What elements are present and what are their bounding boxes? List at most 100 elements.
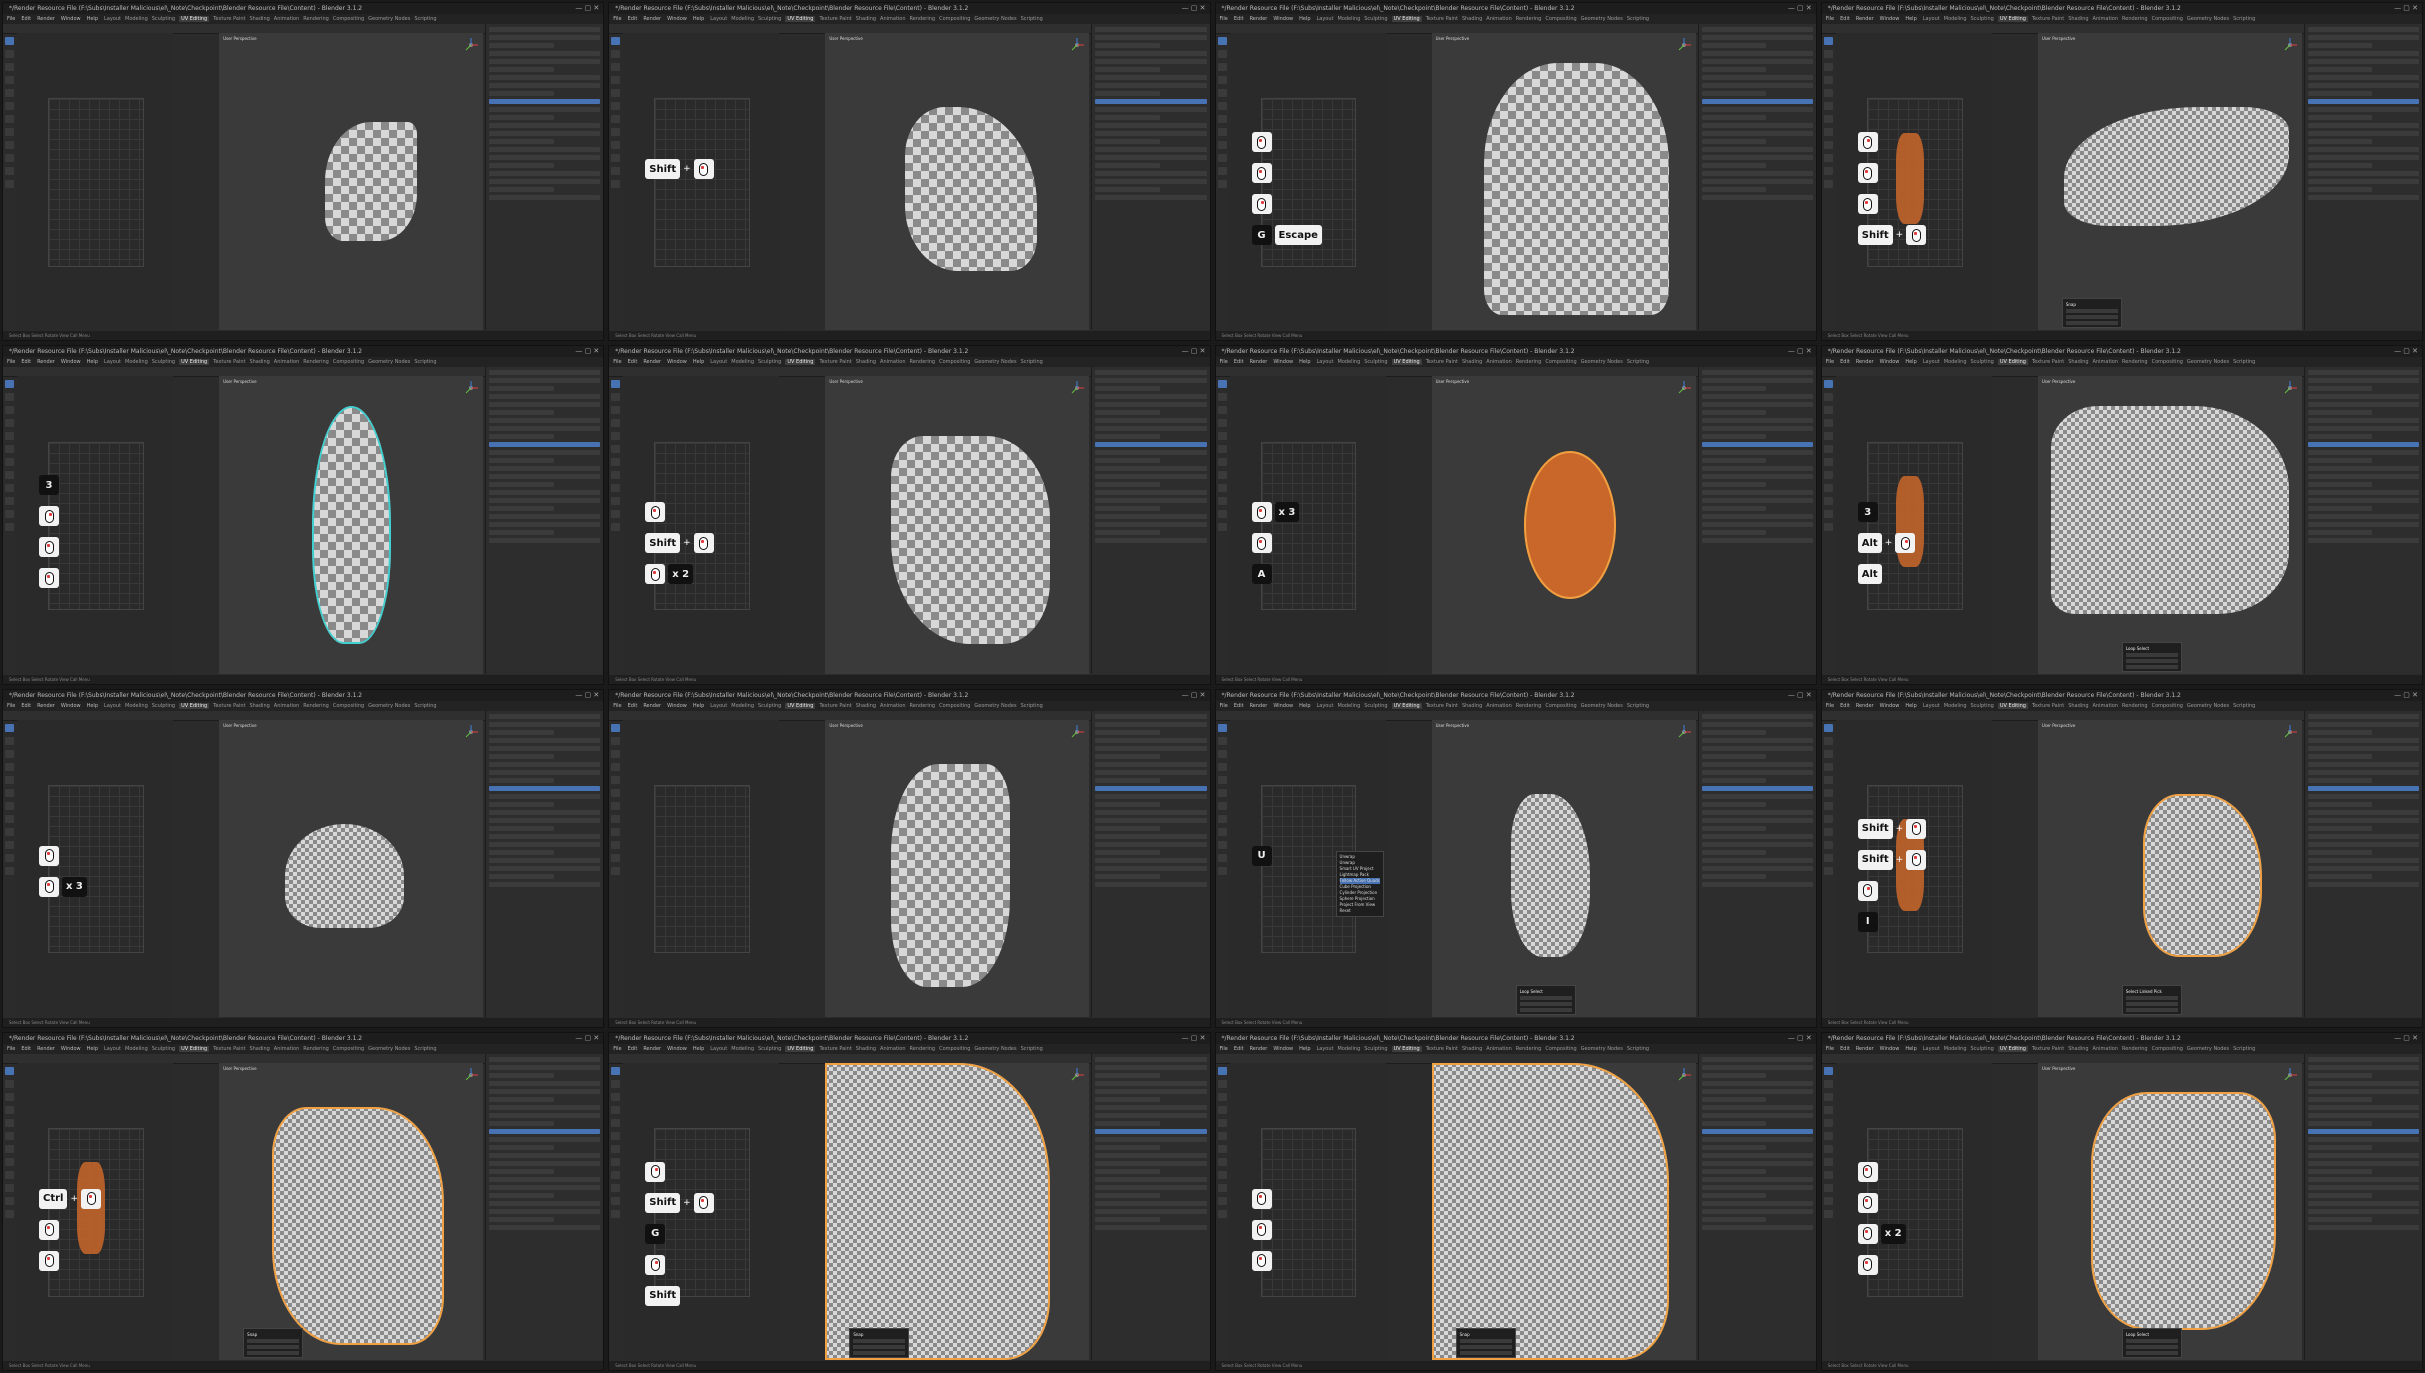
- uv-checker-mesh[interactable]: [285, 823, 404, 928]
- tool-icon[interactable]: [1823, 1196, 1833, 1205]
- property-row[interactable]: [1701, 139, 1767, 144]
- workspace-tab-scripting[interactable]: Scripting: [1627, 1046, 1649, 1052]
- tool-icon[interactable]: [1823, 1079, 1833, 1088]
- uv-checker-mesh[interactable]: [1484, 62, 1670, 316]
- 3d-viewport[interactable]: User Perspective: [219, 1062, 484, 1360]
- tool-icon[interactable]: [5, 167, 14, 175]
- property-row[interactable]: [1095, 43, 1160, 48]
- workspace-tab-sculpting[interactable]: Sculpting: [758, 703, 781, 709]
- operator-field[interactable]: [2125, 1339, 2178, 1343]
- unwrap-menu-item[interactable]: Reset: [1340, 908, 1380, 914]
- workspace-tab-scripting[interactable]: Scripting: [414, 1046, 436, 1052]
- property-row[interactable]: [1701, 75, 1813, 80]
- property-row[interactable]: [489, 35, 601, 40]
- property-row[interactable]: [489, 83, 601, 88]
- property-row[interactable]: [1701, 27, 1813, 32]
- operator-field[interactable]: [2125, 1351, 2178, 1355]
- menu-help[interactable]: Help: [1905, 16, 1916, 22]
- tool-icon[interactable]: [1823, 1092, 1833, 1101]
- tool-icon[interactable]: [1217, 484, 1227, 493]
- 3d-viewport[interactable]: User Perspective: [1431, 376, 1696, 674]
- property-row[interactable]: [1701, 43, 1767, 48]
- property-row[interactable]: [2307, 490, 2419, 496]
- workspace-tab-sculpting[interactable]: Sculpting: [1971, 703, 1994, 709]
- tool-icon[interactable]: [1823, 1118, 1833, 1127]
- property-row[interactable]: [489, 1104, 601, 1110]
- property-row[interactable]: [2307, 745, 2419, 751]
- workspace-tab-uv-editing[interactable]: UV Editing: [785, 1045, 816, 1052]
- menu-window[interactable]: Window: [1880, 16, 1900, 22]
- property-row[interactable]: [1701, 59, 1813, 64]
- property-row[interactable]: [2307, 825, 2373, 831]
- property-row[interactable]: [1701, 761, 1813, 767]
- property-row[interactable]: [489, 370, 601, 376]
- workspace-tab-scripting[interactable]: Scripting: [1627, 703, 1649, 709]
- operator-field[interactable]: [853, 1339, 906, 1343]
- property-row[interactable]: [2307, 1192, 2373, 1198]
- workspace-tab-geometry-nodes[interactable]: Geometry Nodes: [974, 359, 1016, 365]
- menu-help[interactable]: Help: [87, 359, 98, 365]
- menu-edit[interactable]: Edit: [1840, 703, 1850, 709]
- tool-icon[interactable]: [1823, 1209, 1833, 1218]
- tool-icon[interactable]: [1217, 115, 1227, 123]
- workspace-tab-layout[interactable]: Layout: [104, 703, 121, 709]
- property-row[interactable]: [2307, 530, 2373, 536]
- properties-panel[interactable]: [1091, 367, 1210, 674]
- workspace-tab-modeling[interactable]: Modeling: [125, 16, 148, 22]
- workspace-tab-modeling[interactable]: Modeling: [1338, 359, 1361, 365]
- workspace-tab-sculpting[interactable]: Sculpting: [1364, 16, 1387, 22]
- tool-icon[interactable]: [611, 762, 621, 771]
- workspace-tab-uv-editing[interactable]: UV Editing: [1391, 359, 1422, 366]
- menu-render[interactable]: Render: [643, 359, 661, 365]
- property-row[interactable]: [1701, 777, 1767, 783]
- property-row[interactable]: [1095, 1176, 1207, 1182]
- property-row[interactable]: [1095, 1144, 1160, 1150]
- workspace-tab-geometry-nodes[interactable]: Geometry Nodes: [974, 16, 1016, 22]
- workspace-tab-animation[interactable]: Animation: [1486, 1046, 1512, 1052]
- tool-icon[interactable]: [611, 1105, 621, 1114]
- workspace-tab-uv-editing[interactable]: UV Editing: [1391, 16, 1422, 22]
- tool-icon[interactable]: [1823, 76, 1833, 84]
- tool-icon[interactable]: [611, 1209, 621, 1218]
- menu-edit[interactable]: Edit: [628, 16, 638, 22]
- property-row[interactable]: [2307, 1120, 2373, 1126]
- property-row[interactable]: [2307, 1136, 2419, 1142]
- 3d-viewport[interactable]: User Perspective: [825, 376, 1090, 674]
- property-row[interactable]: [489, 426, 601, 432]
- menu-edit[interactable]: Edit: [21, 703, 31, 709]
- property-row[interactable]: [489, 458, 554, 464]
- workspace-tab-shading[interactable]: Shading: [856, 16, 876, 22]
- property-row[interactable]: [489, 1096, 554, 1102]
- workspace-tab-sculpting[interactable]: Sculpting: [758, 1046, 781, 1052]
- property-row[interactable]: [1701, 394, 1813, 400]
- property-row[interactable]: [489, 825, 554, 831]
- menu-window[interactable]: Window: [61, 359, 81, 365]
- property-row[interactable]: [1095, 801, 1160, 807]
- workspace-tab-rendering[interactable]: Rendering: [303, 703, 329, 709]
- property-row[interactable]: [489, 801, 554, 807]
- workspace-tab-shading[interactable]: Shading: [249, 16, 269, 22]
- property-row[interactable]: [1701, 857, 1813, 863]
- tool-icon[interactable]: [5, 141, 14, 149]
- property-row[interactable]: [2307, 1096, 2373, 1102]
- property-row[interactable]: [2307, 482, 2373, 488]
- property-row[interactable]: [2307, 833, 2419, 839]
- property-row[interactable]: [489, 873, 554, 879]
- menu-edit[interactable]: Edit: [628, 1046, 638, 1052]
- workspace-tab-shading[interactable]: Shading: [1462, 1046, 1482, 1052]
- workspace-tab-animation[interactable]: Animation: [2093, 359, 2119, 365]
- workspace-tab-scripting[interactable]: Scripting: [2233, 703, 2255, 709]
- 3d-viewport[interactable]: User Perspective: [1431, 1062, 1696, 1360]
- workspace-tab-scripting[interactable]: Scripting: [414, 703, 436, 709]
- property-row[interactable]: [489, 434, 554, 440]
- menu-edit[interactable]: Edit: [21, 359, 31, 365]
- workspace-tab-animation[interactable]: Animation: [880, 1046, 906, 1052]
- property-row[interactable]: [1095, 458, 1160, 464]
- workspace-tab-compositing[interactable]: Compositing: [333, 703, 364, 709]
- workspace-tab-animation[interactable]: Animation: [274, 1046, 300, 1052]
- tool-icon[interactable]: [1823, 37, 1833, 45]
- property-row[interactable]: [1701, 1152, 1813, 1158]
- workspace-tab-texture-paint[interactable]: Texture Paint: [1426, 703, 1458, 709]
- property-row[interactable]: [1095, 131, 1207, 136]
- tool-icon[interactable]: [1823, 458, 1833, 467]
